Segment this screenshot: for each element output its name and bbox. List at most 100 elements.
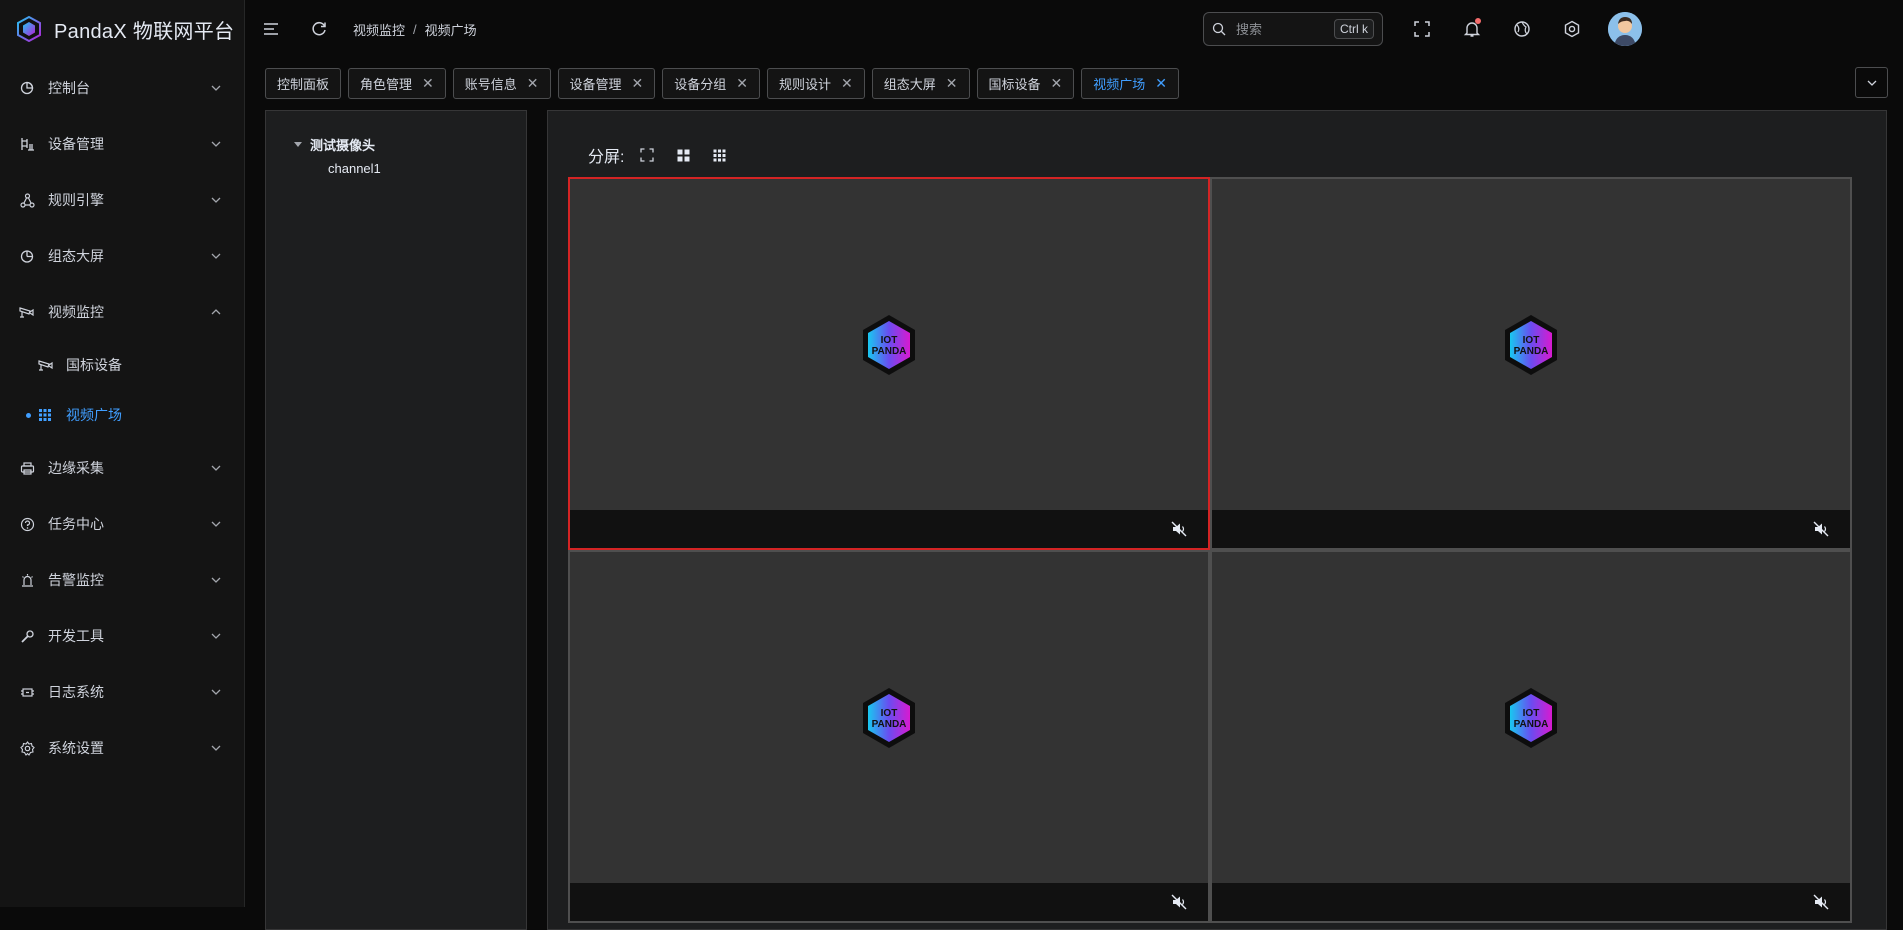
tab-video-square[interactable]: 视频广场 ✕ <box>1081 68 1180 99</box>
sidebar-item-dashboard[interactable]: 控制台 <box>0 60 244 116</box>
close-icon[interactable]: ✕ <box>841 75 853 92</box>
log-icon <box>18 683 36 701</box>
tab-config-screen[interactable]: 组态大屏 ✕ <box>871 68 970 99</box>
chevron-down-icon <box>1867 80 1876 86</box>
camera-icon <box>18 303 36 321</box>
user-avatar[interactable] <box>1608 12 1642 46</box>
header-actions <box>1410 17 1610 41</box>
sidebar-item-label: 边缘采集 <box>48 460 104 476</box>
chevron-down-icon <box>211 253 221 259</box>
sidebar-item-alarm[interactable]: 告警监控 <box>0 552 244 608</box>
sidebar-item-rule-engine[interactable]: 规则引擎 <box>0 172 244 228</box>
breadcrumb-item[interactable]: 视频监控 <box>353 20 405 39</box>
split-label: 分屏: <box>588 149 625 166</box>
sidebar-item-config-screen[interactable]: 组态大屏 <box>0 228 244 284</box>
tree-node-label: 测试摄像头 <box>310 138 376 153</box>
pie-icon <box>18 247 36 265</box>
tab-device-group[interactable]: 设备分组 ✕ <box>662 68 761 99</box>
sidebar-subitem-gb-device[interactable]: 国标设备 <box>0 340 244 390</box>
iot-panda-logo-icon: IOT PANDA <box>1505 314 1557 375</box>
video-player-3[interactable]: IOT PANDA <box>568 550 1210 923</box>
svg-text:IOT: IOT <box>1523 708 1540 719</box>
split-9-button[interactable] <box>708 144 730 166</box>
svg-text:IOT: IOT <box>881 708 898 719</box>
sidebar-item-video-monitor[interactable]: 视频监控 <box>0 284 244 340</box>
notification-bell-icon[interactable] <box>1460 17 1484 41</box>
close-icon[interactable]: ✕ <box>736 75 748 92</box>
sidebar-item-device[interactable]: 设备管理 <box>0 116 244 172</box>
split-1-button[interactable] <box>636 144 658 166</box>
iot-panda-logo-icon: IOT PANDA <box>863 687 915 748</box>
device-icon <box>18 135 36 153</box>
close-icon[interactable]: ✕ <box>946 75 958 92</box>
sidebar-item-edge-collect[interactable]: 边缘采集 <box>0 440 244 496</box>
settings-gear-icon[interactable] <box>1560 17 1584 41</box>
video-panel: 分屏: IOT PANDA IOT PANDA IOT PANDA IOT PA… <box>547 110 1887 930</box>
language-globe-icon[interactable] <box>1510 17 1534 41</box>
muted-speaker-icon[interactable] <box>1812 520 1830 538</box>
tab-dashboard[interactable]: 控制面板 <box>265 68 342 99</box>
tab-label: 设备管理 <box>569 77 622 92</box>
tab-rule-design[interactable]: 规则设计 ✕ <box>767 68 865 99</box>
video-player-4[interactable]: IOT PANDA <box>1210 550 1852 923</box>
tab-label: 组态大屏 <box>883 77 936 92</box>
sidebar-item-label: 控制台 <box>48 80 90 96</box>
app-title: PandaX 物联网平台 <box>54 20 235 43</box>
brand-logo-icon <box>17 16 41 42</box>
iot-panda-logo-icon: IOT PANDA <box>1505 687 1557 748</box>
tab-role-management[interactable]: 角色管理 ✕ <box>348 68 446 99</box>
player-control-bar <box>1212 883 1850 921</box>
alarm-icon <box>18 571 36 589</box>
notification-badge <box>1475 18 1481 24</box>
question-icon <box>18 515 36 533</box>
tree-node-camera[interactable]: 测试摄像头 <box>294 135 375 154</box>
tabs-bar: 控制面板 角色管理 ✕ 账号信息 ✕ 设备管理 ✕ 设备分组 ✕ 规则设计 ✕ 组态大屏 ✕… <box>265 68 1186 99</box>
chevron-down-icon <box>211 85 221 91</box>
menu-collapse-icon[interactable] <box>259 17 283 41</box>
sidebar-item-label: 告警监控 <box>48 572 104 588</box>
fullscreen-icon[interactable] <box>1410 17 1434 41</box>
tab-label: 国标设备 <box>988 77 1041 92</box>
tab-gb-device[interactable]: 国标设备 ✕ <box>976 68 1075 99</box>
sidebar-item-task-center[interactable]: 任务中心 <box>0 496 244 552</box>
svg-text:PANDA: PANDA <box>1514 346 1549 357</box>
svg-text:PANDA: PANDA <box>872 346 907 357</box>
refresh-icon[interactable] <box>307 17 331 41</box>
svg-text:PANDA: PANDA <box>1514 719 1549 730</box>
split-4-button[interactable] <box>672 144 694 166</box>
caret-down-icon[interactable] <box>294 142 302 147</box>
sidebar-item-label: 系统设置 <box>48 740 104 756</box>
close-icon[interactable]: ✕ <box>1051 75 1063 92</box>
video-player-2[interactable]: IOT PANDA <box>1210 177 1852 550</box>
sidebar-subitem-video-square[interactable]: 视频广场 <box>0 390 244 440</box>
sidebar-item-log-system[interactable]: 日志系统 <box>0 664 244 720</box>
grid-4-icon <box>677 149 690 161</box>
search-box[interactable]: Ctrl k <box>1203 12 1383 46</box>
close-icon[interactable]: ✕ <box>527 75 539 92</box>
tab-account-info[interactable]: 账号信息 ✕ <box>452 68 551 99</box>
sidebar: PandaX 物联网平台 控制台 设备管理 规则引擎 组态大屏 视频监控 国标设… <box>0 0 245 907</box>
tabs-more-button[interactable] <box>1855 67 1888 98</box>
muted-speaker-icon[interactable] <box>1812 893 1830 911</box>
muted-speaker-icon[interactable] <box>1170 893 1188 911</box>
video-player-1[interactable]: IOT PANDA <box>568 177 1210 550</box>
search-input[interactable] <box>1234 20 1318 38</box>
sidebar-item-dev-tools[interactable]: 开发工具 <box>0 608 244 664</box>
grid-icon <box>38 407 54 423</box>
chevron-down-icon <box>211 197 221 203</box>
tab-label: 视频广场 <box>1093 77 1146 92</box>
grid-9-icon <box>713 149 726 161</box>
close-icon[interactable]: ✕ <box>1155 75 1167 92</box>
sidebar-item-label: 设备管理 <box>48 136 104 152</box>
sidebar-item-label: 组态大屏 <box>48 248 104 264</box>
muted-speaker-icon[interactable] <box>1170 520 1188 538</box>
brand[interactable]: PandaX 物联网平台 <box>0 0 244 58</box>
tab-label: 账号信息 <box>464 77 517 92</box>
tab-device-management[interactable]: 设备管理 ✕ <box>557 68 656 99</box>
close-icon[interactable]: ✕ <box>422 75 434 92</box>
sidebar-item-system-settings[interactable]: 系统设置 <box>0 720 244 776</box>
sidebar-subitem-label: 视频广场 <box>66 407 122 423</box>
printer-icon <box>18 459 36 477</box>
tree-node-channel[interactable]: channel1 <box>328 161 381 176</box>
close-icon[interactable]: ✕ <box>632 75 644 92</box>
